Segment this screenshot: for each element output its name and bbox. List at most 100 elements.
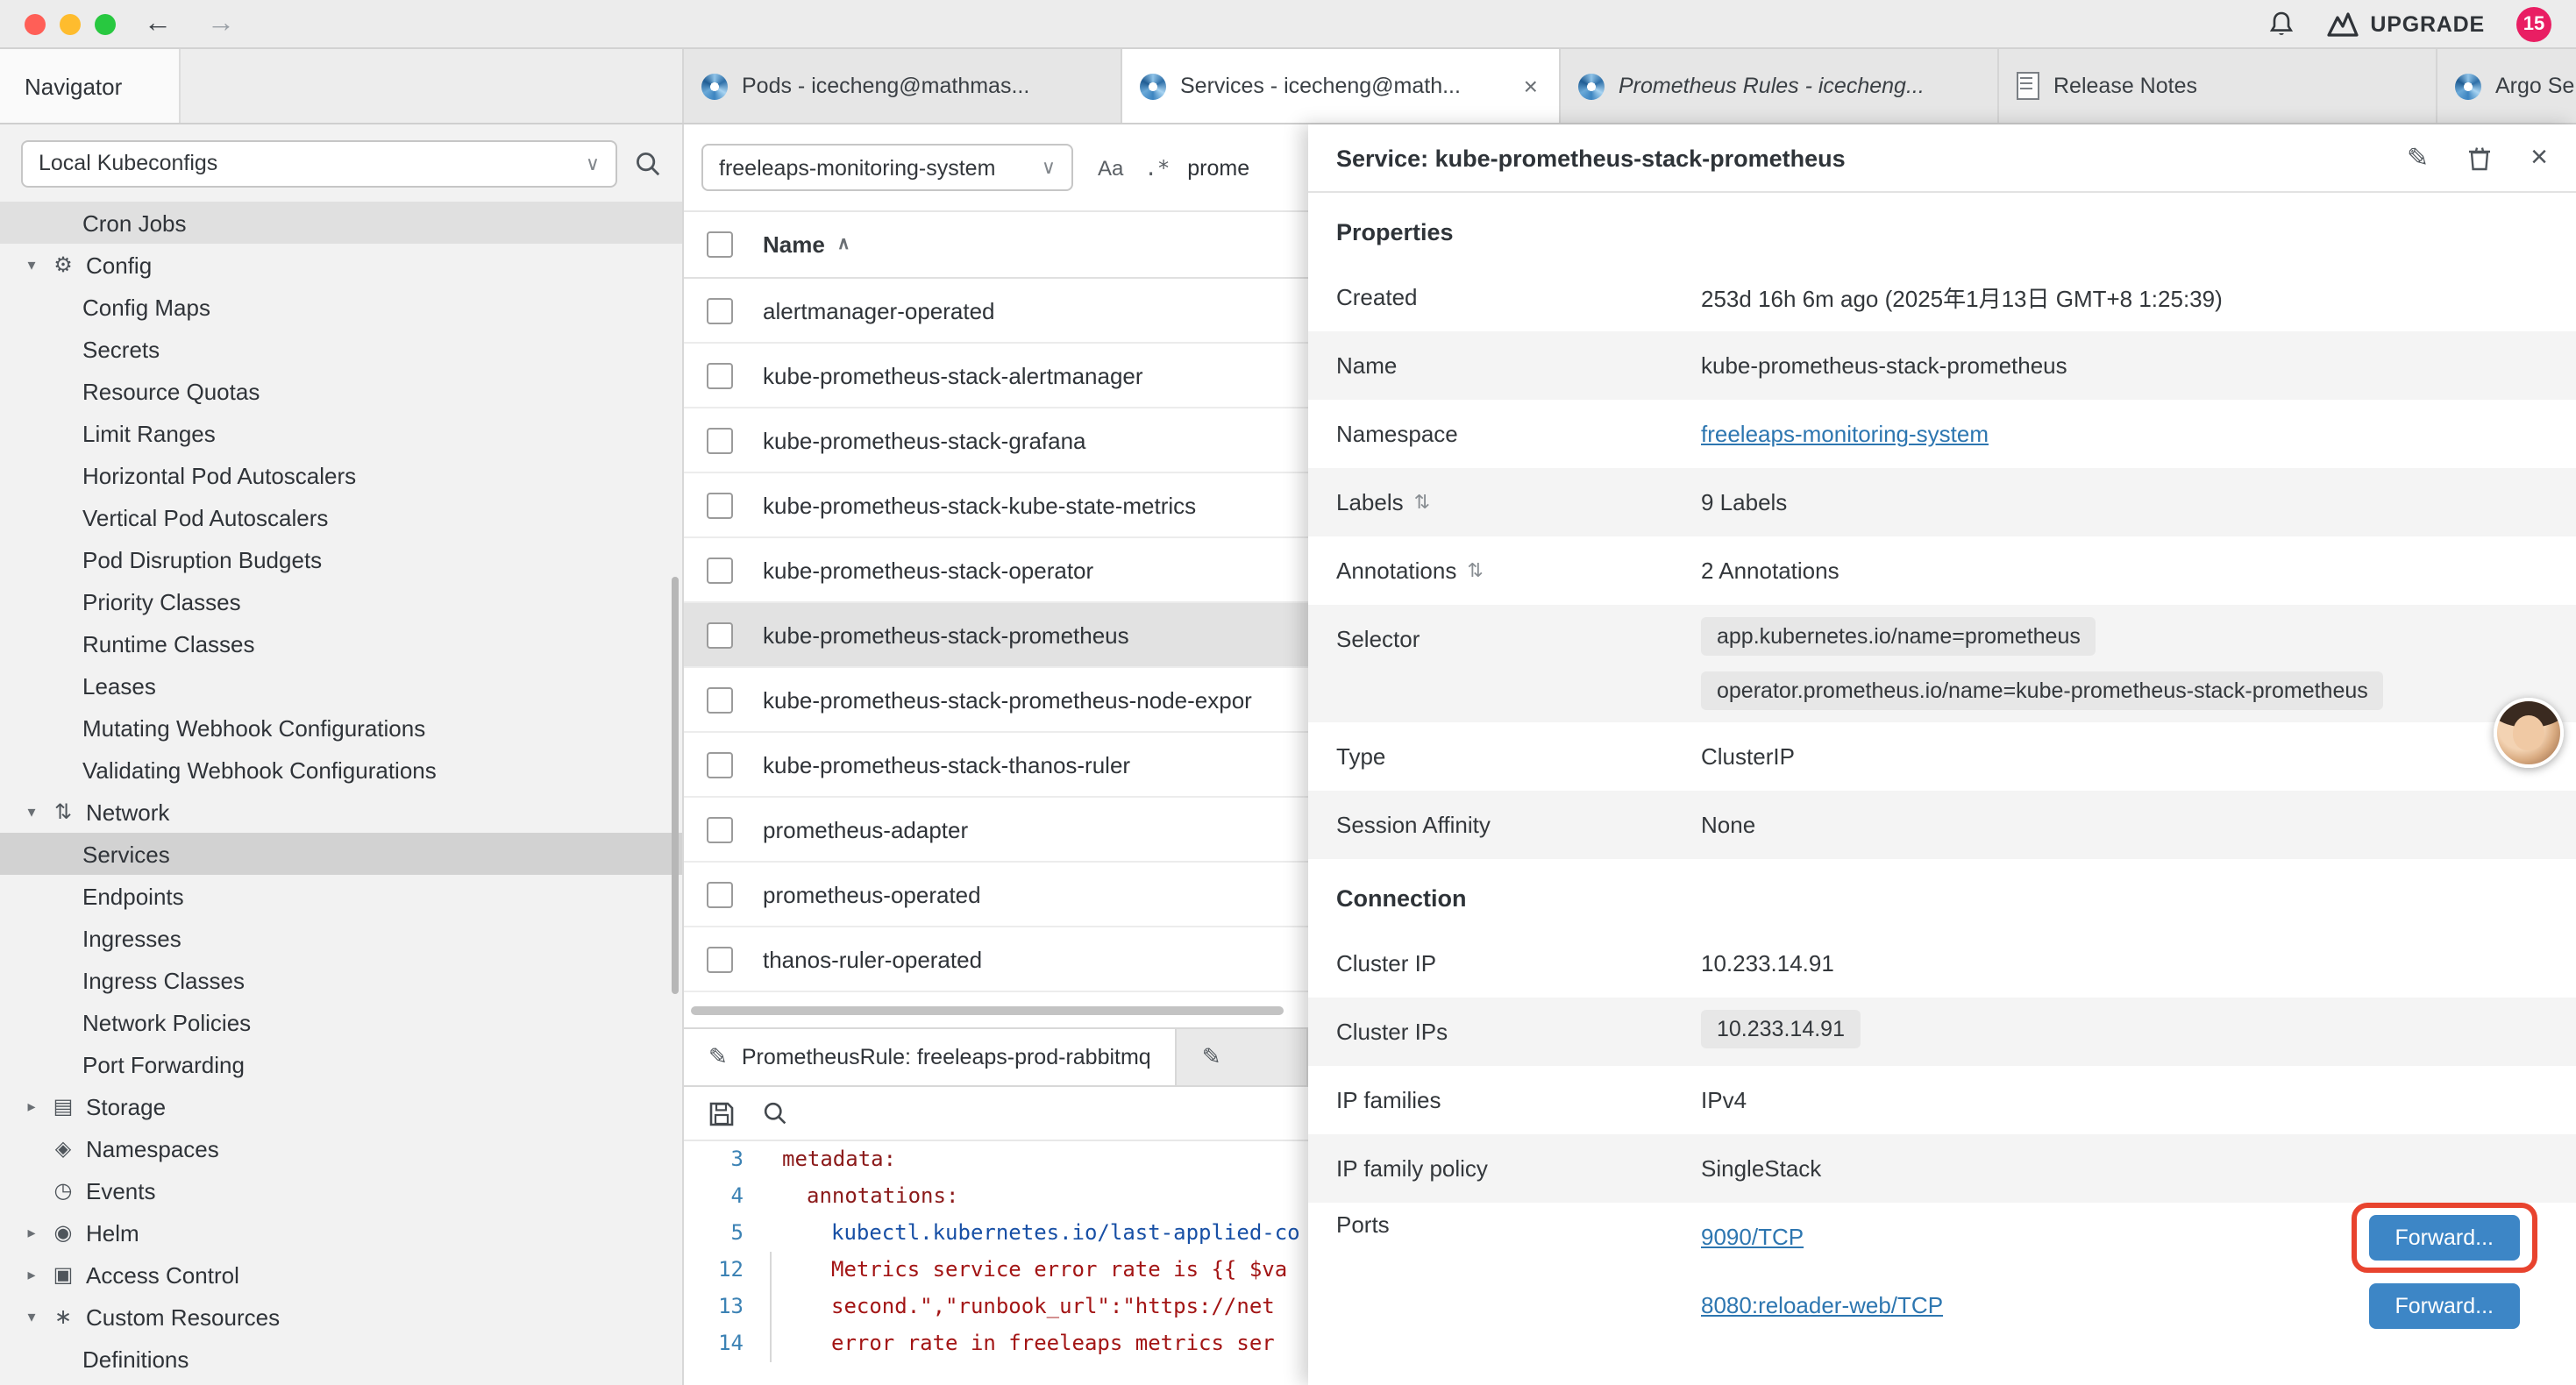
table-row-kube-prometheus-stack-prometheus[interactable]: kube-prometheus-stack-prometheus — [684, 603, 1308, 668]
table-row-kube-prometheus-stack-thanos-ruler[interactable]: kube-prometheus-stack-thanos-ruler — [684, 733, 1308, 798]
edit-icon[interactable]: ✎ — [2407, 142, 2429, 174]
maximize-window-button[interactable] — [95, 13, 116, 34]
sidebar-item-helm[interactable]: ▸◉Helm — [0, 1211, 682, 1254]
table-row-prometheus-operated[interactable]: prometheus-operated — [684, 863, 1308, 927]
row-checkbox[interactable] — [707, 362, 733, 388]
row-checkbox[interactable] — [707, 621, 733, 648]
expand-toggle-icon[interactable]: ⇅ — [1467, 559, 1483, 582]
forward-button-nav[interactable]: → — [200, 10, 242, 38]
sidebar-item-services[interactable]: Services — [0, 833, 682, 875]
sidebar-item-mutating-webhook-configurations[interactable]: Mutating Webhook Configurations — [0, 707, 682, 749]
row-checkbox[interactable] — [707, 816, 733, 842]
list-filter-row: freeleaps-monitoring-system ∨ Aa .* prom… — [684, 124, 1308, 212]
sidebar-item-endpoints[interactable]: Endpoints — [0, 875, 682, 917]
tab-prometheus-rules-icecheng[interactable]: Prometheus Rules - icecheng... — [1561, 49, 1999, 123]
chevron-right-icon[interactable]: ▸ — [18, 1097, 46, 1116]
table-row-kube-prometheus-stack-operator[interactable]: kube-prometheus-stack-operator — [684, 538, 1308, 603]
sidebar-item-runtime-classes[interactable]: Runtime Classes — [0, 622, 682, 664]
sidebar-item-network[interactable]: ▾⇅Network — [0, 791, 682, 833]
row-checkbox[interactable] — [707, 427, 733, 453]
delete-trash-icon[interactable] — [2467, 145, 2492, 171]
tab-argo-se[interactable]: Argo Se — [2437, 49, 2576, 123]
close-drawer-icon[interactable]: × — [2530, 140, 2548, 175]
kubeconfig-select[interactable]: Local Kubeconfigs ∨ — [21, 139, 617, 187]
chevron-down-icon[interactable]: ▾ — [18, 1307, 46, 1326]
sidebar-item-config-maps[interactable]: Config Maps — [0, 286, 682, 328]
sidebar-item-definitions[interactable]: Definitions — [0, 1338, 682, 1380]
tab-pods-icecheng-mathmas[interactable]: Pods - icecheng@mathmas... — [684, 49, 1122, 123]
regex-toggle[interactable]: .* — [1141, 153, 1173, 181]
sidebar-item-namespaces[interactable]: ◈Namespaces — [0, 1127, 682, 1169]
chevron-down-icon[interactable]: ▾ — [18, 802, 46, 821]
sidebar-item-network-policies[interactable]: Network Policies — [0, 1001, 682, 1043]
forward-port-button[interactable]: Forward... — [2368, 1282, 2520, 1328]
sidebar-item-limit-ranges[interactable]: Limit Ranges — [0, 412, 682, 454]
sidebar-item-events[interactable]: ◷Events — [0, 1169, 682, 1211]
row-checkbox[interactable] — [707, 557, 733, 583]
list-search[interactable]: Aa .* prome — [1094, 153, 1249, 181]
save-icon[interactable] — [708, 1100, 735, 1126]
name-column-header[interactable]: Name — [763, 231, 825, 258]
sidebar-item-validating-webhook-configurations[interactable]: Validating Webhook Configurations — [0, 749, 682, 791]
sidebar-item-storage[interactable]: ▸▤Storage — [0, 1085, 682, 1127]
port-link[interactable]: 8080:reloader-web/TCP — [1701, 1292, 1943, 1318]
table-row-alertmanager-operated[interactable]: alertmanager-operated — [684, 279, 1308, 344]
upgrade-button[interactable]: UPGRADE — [2326, 11, 2485, 36]
close-tab-icon[interactable]: × — [1520, 72, 1541, 100]
namespace-link[interactable]: freeleaps-monitoring-system — [1701, 421, 1989, 447]
sidebar-item-config[interactable]: ▾⚙Config — [0, 244, 682, 286]
search-query[interactable]: prome — [1187, 155, 1249, 180]
row-checkbox[interactable] — [707, 492, 733, 518]
row-checkbox[interactable] — [707, 946, 733, 972]
sidebar-scrollbar[interactable] — [672, 577, 679, 994]
table-row-prometheus-adapter[interactable]: prometheus-adapter — [684, 798, 1308, 863]
sidebar-item-custom-resources[interactable]: ▾∗Custom Resources — [0, 1296, 682, 1338]
user-avatar[interactable] — [2494, 698, 2564, 768]
select-all-checkbox[interactable] — [707, 231, 733, 258]
namespace-select[interactable]: freeleaps-monitoring-system ∨ — [701, 144, 1073, 191]
sidebar-item-priority-classes[interactable]: Priority Classes — [0, 580, 682, 622]
notification-count-badge[interactable]: 15 — [2516, 6, 2551, 41]
sidebar-item-ingresses[interactable]: Ingresses — [0, 917, 682, 959]
port-link[interactable]: 9090/TCP — [1701, 1224, 1804, 1250]
sidebar-item-pod-disruption-budgets[interactable]: Pod Disruption Budgets — [0, 538, 682, 580]
sidebar-item-vertical-pod-autoscalers[interactable]: Vertical Pod Autoscalers — [0, 496, 682, 538]
sidebar-item-leases[interactable]: Leases — [0, 664, 682, 707]
navigator-panel-tab[interactable]: Navigator — [0, 49, 181, 123]
horizontal-scrollbar[interactable] — [691, 1005, 1283, 1014]
minimize-window-button[interactable] — [60, 13, 81, 34]
sidebar-search-icon[interactable] — [635, 150, 661, 176]
sort-ascending-icon[interactable]: ∧ — [837, 235, 850, 254]
chevron-down-icon[interactable]: ▾ — [18, 255, 46, 274]
expand-toggle-icon[interactable]: ⇅ — [1414, 491, 1430, 514]
editor-search-icon[interactable] — [763, 1101, 787, 1126]
table-row-kube-prometheus-stack-alertmanager[interactable]: kube-prometheus-stack-alertmanager — [684, 344, 1308, 408]
back-button[interactable]: ← — [137, 10, 179, 38]
table-row-kube-prometheus-stack-kube-state-metrics[interactable]: kube-prometheus-stack-kube-state-metrics — [684, 473, 1308, 538]
match-case-toggle[interactable]: Aa — [1094, 153, 1127, 181]
close-window-button[interactable] — [25, 13, 46, 34]
sidebar-item-access-control[interactable]: ▸▣Access Control — [0, 1254, 682, 1296]
table-row-thanos-ruler-operated[interactable]: thanos-ruler-operated — [684, 927, 1308, 992]
sidebar-item-ingress-classes[interactable]: Ingress Classes — [0, 959, 682, 1001]
notifications-bell-icon[interactable] — [2266, 10, 2295, 38]
table-row-kube-prometheus-stack-prometheus-node-ex[interactable]: kube-prometheus-stack-prometheus-node-ex… — [684, 668, 1308, 733]
row-checkbox[interactable] — [707, 297, 733, 323]
row-checkbox[interactable] — [707, 751, 733, 778]
chevron-right-icon[interactable]: ▸ — [18, 1223, 46, 1242]
sidebar-item-port-forwarding[interactable]: Port Forwarding — [0, 1043, 682, 1085]
sidebar-item-secrets[interactable]: Secrets — [0, 328, 682, 370]
chevron-right-icon[interactable]: ▸ — [18, 1265, 46, 1284]
sidebar-item-resource-quotas[interactable]: Resource Quotas — [0, 370, 682, 412]
tab-release-notes[interactable]: Release Notes — [1999, 49, 2437, 123]
sidebar-item-cron-jobs[interactable]: Cron Jobs — [0, 202, 682, 244]
dock-tab-prometheusrule[interactable]: ✎ PrometheusRule: freeleaps-prod-rabbitm… — [684, 1029, 1178, 1085]
tab-services-icecheng-math[interactable]: Services - icecheng@math...× — [1122, 49, 1561, 123]
table-row-kube-prometheus-stack-grafana[interactable]: kube-prometheus-stack-grafana — [684, 408, 1308, 473]
yaml-editor[interactable]: 3metadata:4annotations:5kubectl.kubernet… — [684, 1141, 1308, 1385]
sidebar-item-horizontal-pod-autoscalers[interactable]: Horizontal Pod Autoscalers — [0, 454, 682, 496]
row-checkbox[interactable] — [707, 686, 733, 713]
forward-port-button[interactable]: Forward... — [2368, 1214, 2520, 1260]
dock-tab-partial[interactable]: ✎ — [1178, 1029, 1308, 1085]
row-checkbox[interactable] — [707, 881, 733, 907]
